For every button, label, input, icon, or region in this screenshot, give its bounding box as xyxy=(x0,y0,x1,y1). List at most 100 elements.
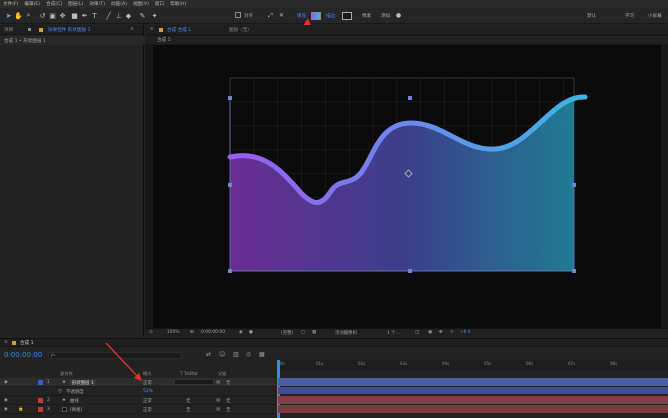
layer-name[interactable]: [网格] xyxy=(70,407,82,413)
workspace-small-screen[interactable]: 小屏幕 xyxy=(648,13,662,19)
column-trkmat[interactable]: T TrkMat xyxy=(180,371,198,376)
layer-bar-2[interactable] xyxy=(278,396,668,404)
shape-layer-artwork[interactable] xyxy=(153,45,661,328)
rotate-tool-icon[interactable]: ↺ xyxy=(38,11,47,20)
menu-view[interactable]: 视图(V) xyxy=(133,1,149,7)
layer-bar-3[interactable] xyxy=(278,405,668,413)
stroke-label[interactable]: 描边: xyxy=(326,13,337,19)
time-ruler[interactable]: 0s 01s 02s 03s 04s 05s 06s 07s 08s xyxy=(278,360,668,370)
visibility-eye-icon[interactable]: ◉ xyxy=(4,407,8,412)
menu-file[interactable]: 文件(F) xyxy=(3,1,18,7)
selection-tool-icon[interactable]: ➤ xyxy=(4,11,13,20)
composition-viewer: ≡ 合成 合成 1 图层（无） 合成 1 ⊙ 100% ⊞ 0:00:00:00… xyxy=(145,25,668,337)
visibility-eye-icon[interactable]: ◉ xyxy=(4,398,8,403)
tab-layer[interactable]: 图层（无） xyxy=(229,27,252,33)
graph-editor-icon[interactable]: ▦ xyxy=(259,351,265,358)
subtab-comp[interactable]: 合成 1 xyxy=(157,37,171,43)
camera-dropdown[interactable]: 活动摄像机 xyxy=(335,330,357,336)
hand-tool-icon[interactable]: ✋ xyxy=(14,11,23,20)
stroke-swatch[interactable] xyxy=(342,12,352,20)
workspace-learn[interactable]: 学习 xyxy=(625,13,634,19)
menu-effect[interactable]: 效果(T) xyxy=(89,1,105,7)
tab-composition[interactable]: 合成 合成 1 xyxy=(167,27,191,33)
layer-number: 3 xyxy=(47,407,50,412)
viewer-options-icon[interactable]: ⊙ xyxy=(149,330,153,335)
pickwhip-icon[interactable]: @ xyxy=(216,380,220,385)
clone-stamp-tool-icon[interactable]: ⊥ xyxy=(114,11,123,20)
pickwhip-icon[interactable]: @ xyxy=(216,398,220,403)
transparency-grid-icon[interactable]: ▦ xyxy=(312,330,316,335)
shy-layers-icon[interactable]: ☺ xyxy=(219,351,225,358)
brush-tool-icon[interactable]: ╱ xyxy=(104,11,113,20)
pan-behind-tool-icon[interactable]: ✥ xyxy=(58,11,67,20)
parent-dropdown[interactable]: 无 xyxy=(226,380,230,386)
snapshot-icon[interactable]: ◉ xyxy=(239,330,243,335)
viewer-menu-icon[interactable]: ≡ xyxy=(150,27,154,32)
text-tool-icon[interactable]: T xyxy=(90,11,99,20)
zoom-tool-icon[interactable]: ⌕ xyxy=(24,11,33,20)
timeline-icon[interactable]: ▣ xyxy=(428,330,432,335)
stroke-width-unit[interactable]: 像素 xyxy=(362,13,371,19)
current-time-display[interactable]: 0:00:00:00 xyxy=(4,351,42,359)
add-label[interactable]: 添加: xyxy=(381,13,392,19)
layer-mode-dropdown[interactable]: 正常 xyxy=(143,398,152,404)
safe-margins-icon[interactable]: ⊞ xyxy=(190,330,194,335)
show-channel-icon[interactable]: ● xyxy=(249,330,253,335)
parent-dropdown[interactable]: 无 xyxy=(226,407,230,413)
menu-help[interactable]: 帮助(H) xyxy=(170,1,186,7)
tab-close-icon[interactable] xyxy=(28,28,31,31)
table-row[interactable]: ◉ 2 ★ 曲线 正常 无 @ 无 xyxy=(0,396,276,405)
puppet-tool-icon[interactable]: ✦ xyxy=(150,11,159,20)
column-source-name[interactable]: 源名称 xyxy=(60,371,73,377)
rectangle-tool-icon[interactable]: ■ xyxy=(70,11,79,20)
pen-tool-icon[interactable]: ✒ xyxy=(80,11,89,20)
zoom-dropdown[interactable]: 100% xyxy=(167,330,180,335)
timecode-field[interactable]: 0:00:00:00 xyxy=(201,330,225,335)
lock-icon[interactable]: 🔒 xyxy=(18,407,23,412)
trkmat-dropdown[interactable]: 无 xyxy=(186,398,190,404)
column-parent[interactable]: 父级 xyxy=(218,371,226,377)
menu-layer[interactable]: 图层(L) xyxy=(68,1,83,7)
layer-name[interactable]: 形状图层 1 xyxy=(70,380,96,386)
roi-icon[interactable]: ▢ xyxy=(301,330,305,335)
eraser-tool-icon[interactable]: ◆ xyxy=(124,11,133,20)
views-dropdown[interactable]: 1 个... xyxy=(387,330,400,336)
pickwhip-icon[interactable]: @ xyxy=(216,407,220,412)
comp-flowchart-icon[interactable]: ⇄ xyxy=(206,351,211,358)
layer-bar-1[interactable] xyxy=(278,378,668,386)
trkmat-dropdown[interactable]: 无 xyxy=(186,407,190,413)
parent-dropdown[interactable]: 无 xyxy=(226,398,230,404)
layer-color-label[interactable] xyxy=(38,380,43,385)
roto-brush-tool-icon[interactable]: ✎ xyxy=(138,11,147,20)
flowchart-icon[interactable]: ✤ xyxy=(439,330,443,335)
menu-animation[interactable]: 动画(A) xyxy=(111,1,127,7)
motion-blur-icon[interactable]: ◎ xyxy=(246,351,251,358)
resolution-dropdown[interactable]: (完整) xyxy=(281,330,293,336)
tab-effect-controls[interactable]: 效果控件 形状图层 1 xyxy=(48,27,91,33)
table-row[interactable]: ◉ 🔒 3 [网格] 正常 无 @ 无 xyxy=(0,405,276,414)
panel-menu-icon[interactable]: ≡ xyxy=(130,27,134,32)
workspace-default[interactable]: 默认 xyxy=(587,13,596,19)
exposure-reset-icon[interactable]: ☼ xyxy=(450,330,454,335)
add-menu-icon[interactable]: ● xyxy=(394,11,403,20)
menu-window[interactable]: 窗口 xyxy=(155,1,164,7)
canvas[interactable] xyxy=(153,45,661,328)
timeline-menu-icon[interactable]: ≡ xyxy=(4,340,8,345)
exposure-value[interactable]: +0.0 xyxy=(460,330,471,335)
layer-name[interactable]: 曲线 xyxy=(70,398,79,404)
stopwatch-icon[interactable]: ◷ xyxy=(58,389,62,394)
property-value[interactable]: 51% xyxy=(143,389,153,394)
trkmat-dropdown[interactable] xyxy=(174,379,214,385)
align-checkbox[interactable] xyxy=(235,12,241,18)
fast-preview-icon[interactable]: ◫ xyxy=(415,330,419,335)
layer-color-label[interactable] xyxy=(38,398,43,403)
menu-composition[interactable]: 合成(C) xyxy=(46,1,62,7)
frame-blending-icon[interactable]: ▥ xyxy=(233,351,239,358)
layer-color-label[interactable] xyxy=(38,407,43,412)
tab-project[interactable]: 项目 xyxy=(4,27,13,33)
layer-mode-dropdown[interactable]: 正常 xyxy=(143,407,152,413)
camera-tool-icon[interactable]: ▣ xyxy=(48,11,57,20)
visibility-eye-icon[interactable]: ◉ xyxy=(4,380,8,385)
menu-edit[interactable]: 编辑(E) xyxy=(24,1,40,7)
tab-timeline-comp[interactable]: 合成 1 xyxy=(20,340,34,346)
